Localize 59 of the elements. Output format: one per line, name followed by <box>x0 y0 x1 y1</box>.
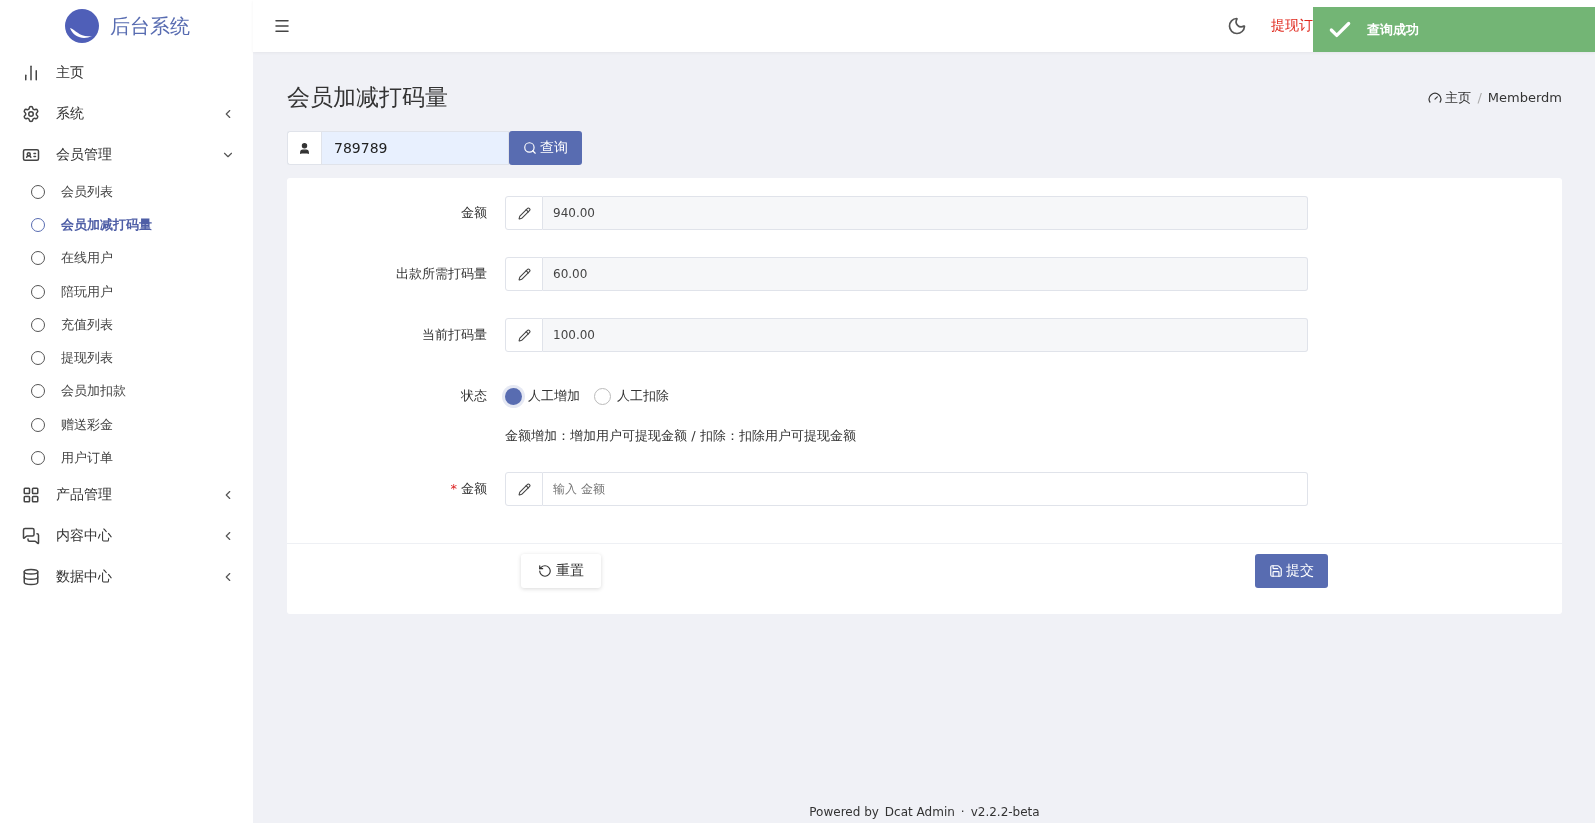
success-toast: 查询成功 <box>1313 7 1595 52</box>
sidebar-item[interactable]: 内容中心 <box>0 515 253 557</box>
reset-button[interactable]: 重置 <box>521 554 601 588</box>
sidebar-item[interactable]: 系统 <box>0 93 253 134</box>
sidebar-item[interactable]: 会员管理 <box>0 134 253 175</box>
search-icon <box>523 141 537 155</box>
save-icon <box>1269 564 1283 578</box>
radio-option[interactable]: 人工增加 <box>505 387 580 405</box>
pencil-icon <box>517 206 531 220</box>
pencil-icon <box>517 328 531 342</box>
sidebar-subitem[interactable]: 充值列表 <box>0 308 253 342</box>
field-label: * 金额 <box>449 480 488 498</box>
submit-button[interactable]: 提交 <box>1255 554 1328 588</box>
sidebar-item[interactable]: 主页 <box>0 52 253 93</box>
page-title: 会员加减打码量 <box>287 83 448 112</box>
grid-icon <box>22 486 40 505</box>
readonly-field[interactable]: 940.00 <box>543 196 1308 230</box>
menu-icon[interactable] <box>273 17 291 35</box>
readonly-field[interactable]: 60.00 <box>543 257 1308 291</box>
reset-icon <box>538 564 552 578</box>
sidebar-subitem[interactable]: 会员列表 <box>0 175 253 209</box>
footer-separator: · <box>960 805 965 819</box>
database-icon <box>22 568 40 587</box>
logo-icon <box>63 8 100 44</box>
pencil-icon <box>517 267 531 281</box>
sidebar-subitem[interactable]: 提现列表 <box>0 341 253 375</box>
brand-title: 后台系统 <box>109 12 190 40</box>
sidebar-subitem[interactable]: 在线用户 <box>0 241 253 275</box>
search-button[interactable]: 查询 <box>509 131 582 165</box>
breadcrumb-link[interactable]: Memberdm <box>1487 90 1562 105</box>
sidebar-subitem[interactable]: 会员加减打码量 <box>0 208 253 242</box>
chat-bubbles-icon <box>22 527 40 546</box>
member-search-field[interactable]: 789789 <box>321 131 509 165</box>
user-icon <box>298 141 311 155</box>
radio-option[interactable]: 人工扣除 <box>594 387 669 405</box>
settings-icon <box>22 104 40 123</box>
field-label: 状态 <box>460 387 488 405</box>
breadcrumb-link[interactable]: 主页 <box>1428 88 1472 107</box>
sidebar-item[interactable]: 产品管理 <box>0 474 253 516</box>
bar-chart-icon <box>22 63 40 82</box>
help-text: 金额增加：增加用户可提现金额 / 扣除：扣除用户可提现金额 <box>505 427 856 445</box>
moon-icon[interactable] <box>1227 16 1247 36</box>
gauge-icon <box>1428 90 1443 105</box>
pencil-icon <box>517 482 531 496</box>
sidebar-item[interactable]: 数据中心 <box>0 556 253 598</box>
breadcrumb-separator: / <box>1477 90 1482 105</box>
sidebar-subitem[interactable]: 会员加扣款 <box>0 374 253 409</box>
withdraw-notice[interactable]: 提现订 <box>1271 17 1313 35</box>
amount-input[interactable]: 输入 金额 <box>543 472 1308 506</box>
field-label: 当前打码量 <box>421 326 488 344</box>
sidebar-subitem[interactable]: 用户订单 <box>0 441 253 475</box>
sidebar-subitem[interactable]: 陪玩用户 <box>0 274 253 309</box>
sidebar-subitem[interactable]: 赠送彩金 <box>0 408 253 442</box>
version-text: v2.2.2-beta <box>970 805 1040 819</box>
footer-link[interactable]: Dcat Admin <box>884 805 955 819</box>
field-label: 金额 <box>460 204 488 222</box>
field-label: 出款所需打码量 <box>395 265 488 283</box>
footer-text: Powered by <box>809 805 879 819</box>
readonly-field[interactable]: 100.00 <box>543 318 1308 352</box>
